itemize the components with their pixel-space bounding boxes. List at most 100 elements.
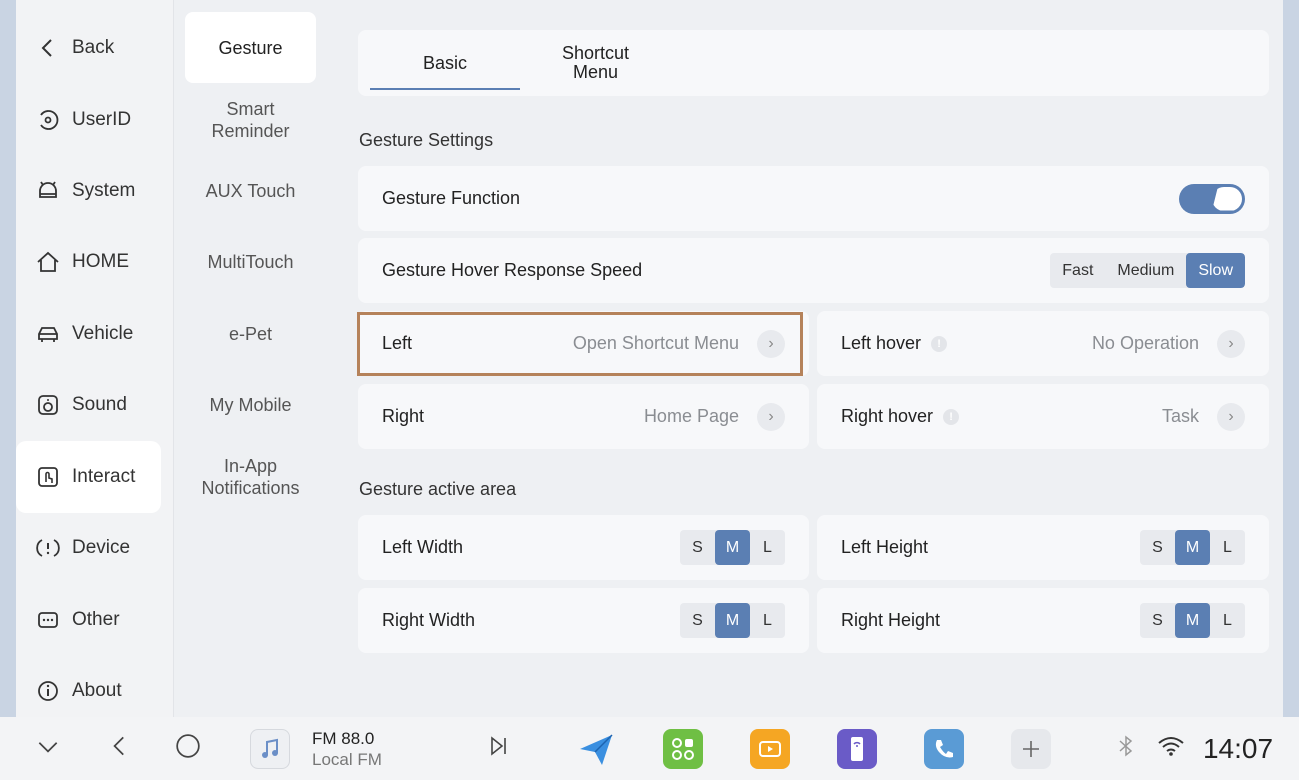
nav-item-label: About (72, 680, 122, 701)
navigation-app-button[interactable] (575, 717, 617, 780)
nav-item-label: HOME (72, 251, 129, 272)
section-title-active-area: Gesture active area (359, 479, 517, 499)
gesture-settings-panel: Basic Shortcut Menu Gesture Settings Ges… (329, 0, 1283, 717)
bluetooth-icon (1116, 734, 1136, 763)
chevron-right-icon: › (1217, 402, 1245, 431)
gesture-function-row: Gesture Function (358, 166, 1269, 231)
home-nav-button[interactable] (170, 717, 206, 780)
right-hover-value: Task (1161, 406, 1199, 426)
left-height-row: Left Height S M L (817, 515, 1269, 580)
nav-item-other[interactable]: Other (16, 584, 161, 656)
subnav-item-gesture[interactable]: Gesture (185, 12, 316, 83)
home-circle-icon (175, 733, 201, 764)
system-icon (36, 179, 60, 203)
nav-item-label: Sound (72, 394, 127, 415)
size-option-l[interactable]: L (750, 530, 785, 565)
size-option-s[interactable]: S (680, 530, 715, 565)
size-option-s[interactable]: S (680, 603, 715, 638)
tab-basic[interactable]: Basic (370, 30, 520, 96)
subnav-item-in-app-notifications[interactable]: In-App Notifications (185, 441, 316, 512)
hover-speed-label: Gesture Hover Response Speed (382, 260, 643, 280)
size-option-m[interactable]: M (715, 603, 750, 638)
apps-grid-button[interactable] (662, 717, 704, 780)
right-hover-label: Right hover (841, 406, 934, 426)
info-icon (36, 679, 60, 703)
collapse-button[interactable] (30, 717, 66, 780)
size-option-m[interactable]: M (1175, 603, 1210, 638)
wifi-status[interactable] (1154, 717, 1188, 780)
nav-item-label: System (72, 180, 136, 201)
right-gesture-row[interactable]: Right Home Page › (358, 384, 809, 449)
back-button[interactable]: Back (16, 12, 161, 84)
phone-link-app-button[interactable] (836, 717, 878, 780)
home-icon (36, 250, 60, 274)
back-arrow-icon (36, 36, 60, 60)
phone-app-button[interactable] (923, 717, 965, 780)
speed-option-medium[interactable]: Medium (1105, 253, 1186, 288)
radio-station-title: FM 88.0 (312, 728, 375, 748)
size-option-l[interactable]: L (1210, 603, 1245, 638)
more-icon (36, 608, 60, 632)
nav-item-device[interactable]: Device (16, 512, 161, 584)
back-label: Back (72, 37, 115, 58)
bluetooth-status[interactable] (1112, 717, 1140, 780)
device-icon (36, 536, 60, 560)
subnav-item-aux-touch[interactable]: AUX Touch (185, 155, 316, 226)
phone-icon (924, 728, 964, 769)
size-option-l[interactable]: L (1210, 530, 1245, 565)
gesture-function-toggle[interactable] (1179, 183, 1245, 214)
speed-option-fast[interactable]: Fast (1050, 253, 1105, 288)
toggle-knob (1212, 186, 1242, 211)
nav-item-vehicle[interactable]: Vehicle (16, 298, 161, 370)
chevron-right-icon: › (1217, 329, 1245, 358)
right-hover-row[interactable]: Right hover ! Task › (817, 384, 1269, 449)
video-app-button[interactable] (749, 717, 791, 780)
left-width-label: Left Width (382, 537, 464, 557)
hover-speed-selector: Fast Medium Slow (1050, 253, 1245, 288)
next-track-button[interactable] (480, 717, 516, 780)
left-hover-value: No Operation (1091, 333, 1199, 353)
subnav-item-label: In-App Notifications (201, 455, 300, 498)
left-width-selector: S M L (680, 530, 785, 565)
tab-shortcut-menu[interactable]: Shortcut Menu (548, 30, 643, 96)
right-width-label: Right Width (382, 610, 476, 630)
subnav-item-my-mobile[interactable]: My Mobile (185, 369, 316, 440)
size-option-s[interactable]: S (1140, 603, 1175, 638)
left-height-label: Left Height (841, 537, 929, 557)
nav-item-interact[interactable]: Interact (16, 441, 161, 513)
chevron-right-icon: › (757, 402, 785, 431)
interact-subnav: Gesture Smart Reminder AUX Touch MultiTo… (175, 0, 328, 717)
nav-item-home[interactable]: HOME (16, 226, 161, 298)
right-width-selector: S M L (680, 603, 785, 638)
size-option-m[interactable]: M (1175, 530, 1210, 565)
info-icon[interactable]: ! (931, 335, 948, 352)
nav-item-userid[interactable]: UserID (16, 84, 161, 156)
clock: 14:07 (1198, 717, 1278, 780)
nav-item-sound[interactable]: Sound (16, 369, 161, 441)
size-option-l[interactable]: L (750, 603, 785, 638)
back-nav-button[interactable] (102, 717, 138, 780)
left-gesture-row[interactable]: Left Open Shortcut Menu › (358, 311, 809, 376)
subnav-item-multitouch[interactable]: MultiTouch (185, 226, 316, 297)
paper-plane-icon (576, 729, 616, 769)
subnav-item-e-pet[interactable]: e-Pet (185, 298, 316, 369)
info-icon[interactable]: ! (943, 408, 960, 425)
radio-station-subtitle: Local FM (312, 749, 382, 769)
tab-label: Shortcut Menu (561, 43, 630, 82)
add-app-button[interactable] (1010, 717, 1052, 780)
right-height-selector: S M L (1140, 603, 1245, 638)
left-hover-row[interactable]: Left hover ! No Operation › (817, 311, 1269, 376)
nav-item-label: UserID (72, 109, 132, 130)
nav-item-system[interactable]: System (16, 155, 161, 227)
music-app-button[interactable] (247, 717, 293, 780)
right-height-label: Right Height (841, 610, 941, 630)
subnav-item-smart-reminder[interactable]: Smart Reminder (185, 84, 316, 155)
nav-item-label: Other (72, 609, 120, 630)
right-gesture-value: Home Page (643, 406, 739, 426)
speed-option-slow[interactable]: Slow (1186, 253, 1245, 288)
radio-widget[interactable]: FM 88.0 Local FM (312, 717, 432, 780)
size-option-m[interactable]: M (715, 530, 750, 565)
size-option-s[interactable]: S (1140, 530, 1175, 565)
tab-bar: Basic Shortcut Menu (358, 30, 1269, 96)
bottom-dock: FM 88.0 Local FM 14:07 (0, 717, 1299, 780)
